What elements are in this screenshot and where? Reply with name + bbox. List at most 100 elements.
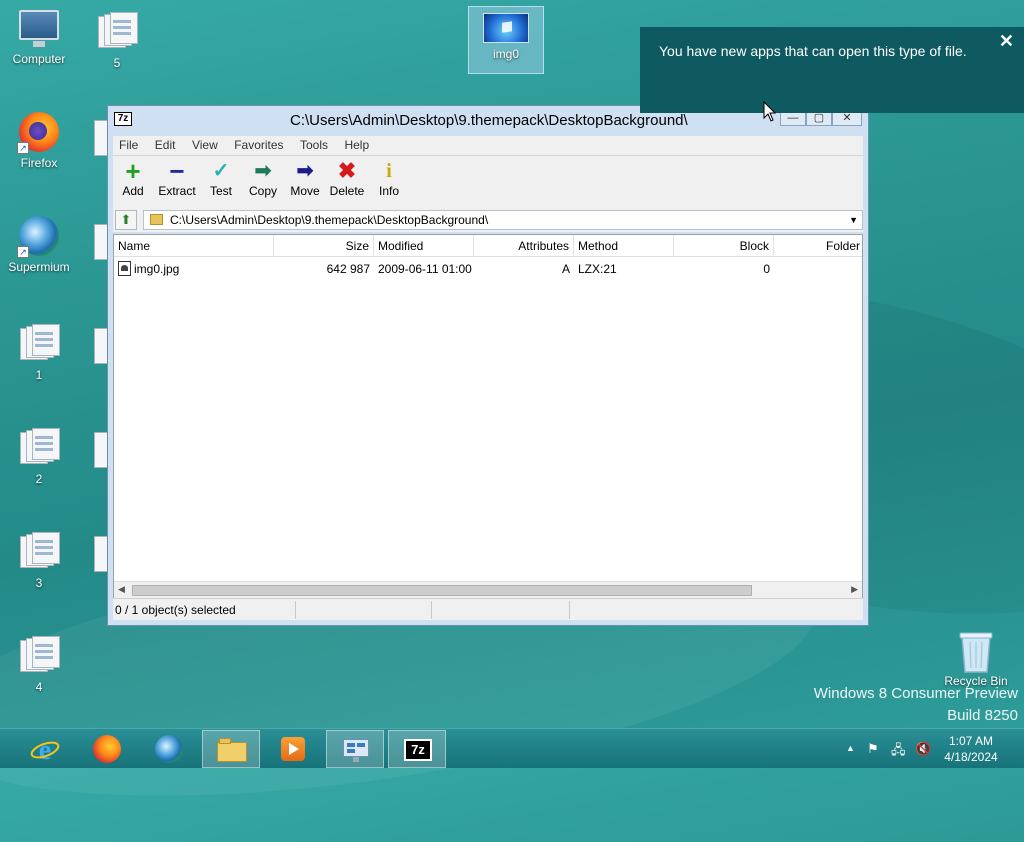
desktop-icon-label: img0 [492,47,519,61]
taskbar-firefox[interactable] [78,730,136,768]
taskbar-internet-explorer[interactable]: e [16,730,74,768]
menu-favorites[interactable]: Favorites [228,136,289,154]
column-header-block[interactable]: Block [674,235,774,257]
column-header-modified[interactable]: Modified [374,235,474,257]
image-file-icon [118,261,131,276]
taskbar: e 7z ▲ ⚑ 🖧 🔇 1:07 AM 4/18/2024 [0,728,1024,768]
document-icon [94,224,108,260]
up-folder-button[interactable]: ⬆ [115,210,137,230]
desktop-icon-label: Computer [12,52,66,66]
document-icon [94,328,108,364]
column-header-name[interactable]: Name [114,235,274,257]
desktop-icon-label: 1 [35,368,43,382]
scroll-right-icon[interactable]: ▶ [851,584,858,595]
scrollbar-thumb[interactable] [132,585,752,596]
desktop-icon-2[interactable]: 2 [1,428,77,486]
minus-icon: − [169,156,185,186]
table-row[interactable]: img0.jpg 642 987 2009-06-11 01:00 A LZX:… [114,259,862,279]
scroll-left-icon[interactable]: ◀ [118,584,125,595]
desktop-icon-computer[interactable]: Computer [1,8,77,66]
show-hidden-icons-icon[interactable]: ▲ [846,743,855,753]
menu-edit[interactable]: Edit [149,136,182,154]
menu-file[interactable]: File [113,136,144,154]
status-divider [431,601,432,619]
volume-muted-icon[interactable]: 🔇 [915,741,931,757]
firefox-icon: ↗ [17,112,61,154]
status-text: 0 / 1 object(s) selected [115,603,236,617]
file-modified-cell: 2009-06-11 01:00 [378,262,472,276]
document-icon [94,120,108,156]
desktop-icon-5[interactable]: 5 [79,12,155,70]
mouse-cursor-icon [763,101,777,122]
file-list-header: Name Size Modified Attributes Method Blo… [114,235,862,257]
desktop-icon-label: Firefox [20,156,58,170]
computer-icon [17,8,61,48]
column-header-method[interactable]: Method [574,235,674,257]
add-label: Add [122,184,144,198]
taskbar-media-player[interactable] [264,730,322,768]
file-attributes-cell: A [561,262,570,276]
column-header-folder[interactable]: Folder [774,235,864,257]
taskbar-seven-zip[interactable]: 7z [388,730,446,768]
seven-zip-window: 7z C:\Users\Admin\Desktop\9.themepack\De… [107,105,869,626]
toolbar: + Add − Extract ✓ Test ➡ Copy ➡ Move ✖ D… [113,156,863,208]
desktop-icon-supermium[interactable]: ↗ Supermium [1,216,77,274]
document-icon [17,428,61,468]
add-button[interactable]: + Add [113,156,153,198]
plus-icon: + [125,156,141,186]
desktop-icon-4[interactable]: 4 [1,636,77,694]
file-name: img0.jpg [134,262,180,276]
address-bar: ⬆ C:\Users\Admin\Desktop\9.themepack\Des… [113,208,863,232]
desktop-icon-1[interactable]: 1 [1,324,77,382]
desktop-icon-firefox[interactable]: ↗ Firefox [1,112,77,170]
address-input[interactable]: C:\Users\Admin\Desktop\9.themepack\Deskt… [143,210,863,230]
chevron-down-icon[interactable]: ▼ [849,211,858,229]
clock-time: 1:07 AM [948,734,994,748]
media-player-icon [278,735,308,763]
file-method-cell: LZX:21 [578,262,617,276]
window-title: C:\Users\Admin\Desktop\9.themepack\Deskt… [290,112,688,129]
taskbar-file-explorer[interactable] [202,730,260,768]
desktop-icon-3[interactable]: 3 [1,532,77,590]
action-center-flag-icon[interactable]: ⚑ [867,741,879,757]
file-list[interactable]: Name Size Modified Attributes Method Blo… [113,234,863,599]
move-label: Move [290,184,320,198]
taskbar-control-panel[interactable] [326,730,384,768]
supermium-icon: ↗ [17,216,61,258]
info-button[interactable]: i Info [369,160,409,198]
menu-help[interactable]: Help [338,136,375,154]
test-button[interactable]: ✓ Test [201,160,241,198]
folder-icon [150,214,163,225]
seven-zip-icon[interactable]: 7z [114,112,132,126]
menu-tools[interactable]: Tools [294,136,334,154]
notification-message: You have new apps that can open this typ… [659,43,967,59]
clock-date: 4/18/2024 [944,750,998,764]
document-icon [95,12,139,52]
recycle-bin-icon [954,630,998,673]
delete-label: Delete [329,184,365,198]
taskbar-supermium[interactable] [140,730,198,768]
file-block-cell: 0 [763,262,770,276]
column-header-attributes[interactable]: Attributes [474,235,574,257]
close-icon[interactable]: ✕ [999,31,1014,52]
new-apps-notification[interactable]: You have new apps that can open this typ… [640,27,1024,113]
network-icon[interactable]: 🖧 [891,741,906,763]
desktop-icon-label: 3 [35,576,43,590]
desktop-icon-img0[interactable]: img0 [468,6,544,74]
watermark-line-1: Windows 8 Consumer Preview [813,685,1018,702]
horizontal-scrollbar[interactable]: ◀ ▶ [114,581,862,598]
status-bar: 0 / 1 object(s) selected [113,598,863,620]
document-icon [17,532,61,572]
supermium-icon [154,735,184,763]
delete-button[interactable]: ✖ Delete [327,160,367,199]
document-icon [94,432,108,468]
extract-button[interactable]: − Extract [155,156,199,198]
system-clock[interactable]: 1:07 AM 4/18/2024 [936,733,1006,765]
menu-view[interactable]: View [186,136,224,154]
document-icon [94,536,108,572]
copy-button[interactable]: ➡ Copy [243,160,283,198]
file-name-cell: img0.jpg [114,259,274,279]
column-header-size[interactable]: Size [274,235,374,257]
move-button[interactable]: ➡ Move [285,160,325,198]
desktop-icon-recycle-bin[interactable]: Recycle Bin [938,630,1014,688]
